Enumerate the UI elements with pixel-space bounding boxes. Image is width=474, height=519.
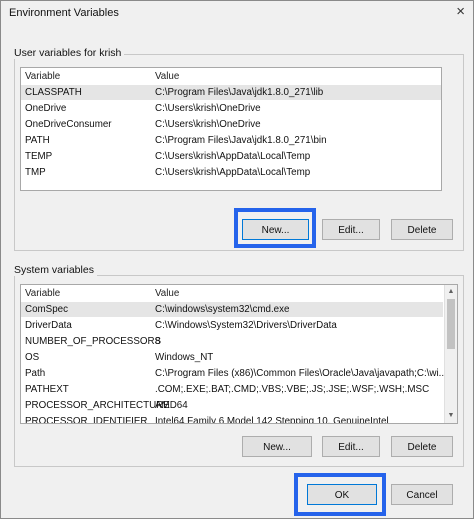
column-header-variable[interactable]: Variable — [25, 286, 60, 301]
row-value: AMD64 — [155, 400, 188, 411]
table-row[interactable]: TMP C:\Users\krish\AppData\Local\Temp — [21, 165, 441, 180]
system-new-button[interactable]: New... — [242, 436, 312, 457]
user-variables-list[interactable]: Variable Value CLASSPATH C:\Program File… — [20, 67, 442, 191]
row-value: C:\windows\system32\cmd.exe — [155, 304, 290, 315]
table-row[interactable]: OneDrive C:\Users\krish\OneDrive — [21, 101, 441, 116]
column-header-value[interactable]: Value — [155, 286, 179, 301]
row-variable: TEMP — [25, 151, 53, 162]
row-value: C:\Users\krish\OneDrive — [155, 119, 261, 130]
cancel-button[interactable]: Cancel — [391, 484, 453, 505]
table-row[interactable]: PROCESSOR_ARCHITECTURE AMD64 — [21, 398, 443, 413]
row-value: C:\Program Files\Java\jdk1.8.0_271\lib — [155, 87, 324, 98]
row-variable: Path — [25, 368, 46, 379]
table-row[interactable]: OneDriveConsumer C:\Users\krish\OneDrive — [21, 117, 441, 132]
row-variable: ComSpec — [25, 304, 69, 315]
column-header-variable[interactable]: Variable — [25, 69, 60, 84]
table-row[interactable]: ComSpec C:\windows\system32\cmd.exe — [21, 302, 443, 317]
table-row[interactable]: PATH C:\Program Files\Java\jdk1.8.0_271\… — [21, 133, 441, 148]
list-header: Variable Value — [21, 69, 441, 84]
column-header-value[interactable]: Value — [155, 69, 179, 84]
row-value: Intel64 Family 6 Model 142 Stepping 10, … — [155, 416, 389, 424]
system-delete-button[interactable]: Delete — [391, 436, 453, 457]
row-variable: OneDriveConsumer — [25, 119, 112, 130]
table-row[interactable]: CLASSPATH C:\Program Files\Java\jdk1.8.0… — [21, 85, 441, 100]
system-edit-button[interactable]: Edit... — [322, 436, 380, 457]
row-value: C:\Users\krish\AppData\Local\Temp — [155, 151, 311, 162]
table-row[interactable]: PATHEXT .COM;.EXE;.BAT;.CMD;.VBS;.VBE;.J… — [21, 382, 443, 397]
row-variable: DriverData — [25, 320, 72, 331]
row-value: C:\Users\krish\OneDrive — [155, 103, 261, 114]
chevron-down-icon[interactable]: ▼ — [445, 410, 457, 421]
close-icon[interactable]: × — [456, 4, 465, 20]
list-header: Variable Value — [21, 286, 443, 301]
row-variable: NUMBER_OF_PROCESSORS — [25, 336, 162, 347]
user-delete-button[interactable]: Delete — [391, 219, 453, 240]
row-variable: OneDrive — [25, 103, 67, 114]
scrollbar-thumb[interactable] — [447, 299, 455, 349]
row-value: 8 — [155, 336, 161, 347]
system-variables-label: System variables — [14, 264, 97, 276]
system-variables-list[interactable]: Variable Value ComSpec C:\windows\system… — [20, 284, 458, 424]
row-value: C:\Users\krish\AppData\Local\Temp — [155, 167, 311, 178]
ok-button[interactable]: OK — [307, 484, 377, 505]
user-edit-button[interactable]: Edit... — [322, 219, 380, 240]
dialog-title: Environment Variables — [9, 7, 119, 19]
vertical-scrollbar[interactable]: ▲ ▼ — [444, 285, 457, 423]
row-value: C:\Windows\System32\Drivers\DriverData — [155, 320, 337, 331]
chevron-up-icon[interactable]: ▲ — [445, 286, 457, 297]
row-value: Windows_NT — [155, 352, 214, 363]
row-variable: CLASSPATH — [25, 87, 82, 98]
row-variable: PROCESSOR_ARCHITECTURE — [25, 400, 170, 411]
row-variable: TMP — [25, 167, 46, 178]
row-value: C:\Program Files\Java\jdk1.8.0_271\bin — [155, 135, 327, 146]
row-variable: OS — [25, 352, 40, 363]
table-row[interactable]: OS Windows_NT — [21, 350, 443, 365]
row-value: C:\Program Files (x86)\Common Files\Orac… — [155, 368, 447, 379]
row-variable: PROCESSOR_IDENTIFIER — [25, 416, 148, 424]
row-variable: PATHEXT — [25, 384, 69, 395]
user-new-button[interactable]: New... — [242, 219, 309, 240]
table-row[interactable]: Path C:\Program Files (x86)\Common Files… — [21, 366, 447, 381]
table-row[interactable]: TEMP C:\Users\krish\AppData\Local\Temp — [21, 149, 441, 164]
row-value: .COM;.EXE;.BAT;.CMD;.VBS;.VBE;.JS;.JSE;.… — [155, 384, 430, 395]
row-variable: PATH — [25, 135, 50, 146]
table-row[interactable]: DriverData C:\Windows\System32\Drivers\D… — [21, 318, 443, 333]
table-row[interactable]: PROCESSOR_IDENTIFIER Intel64 Family 6 Mo… — [21, 414, 443, 424]
user-variables-label: User variables for krish — [14, 47, 125, 59]
environment-variables-dialog: Environment Variables × User variables f… — [0, 0, 474, 519]
table-row[interactable]: NUMBER_OF_PROCESSORS 8 — [21, 334, 443, 349]
